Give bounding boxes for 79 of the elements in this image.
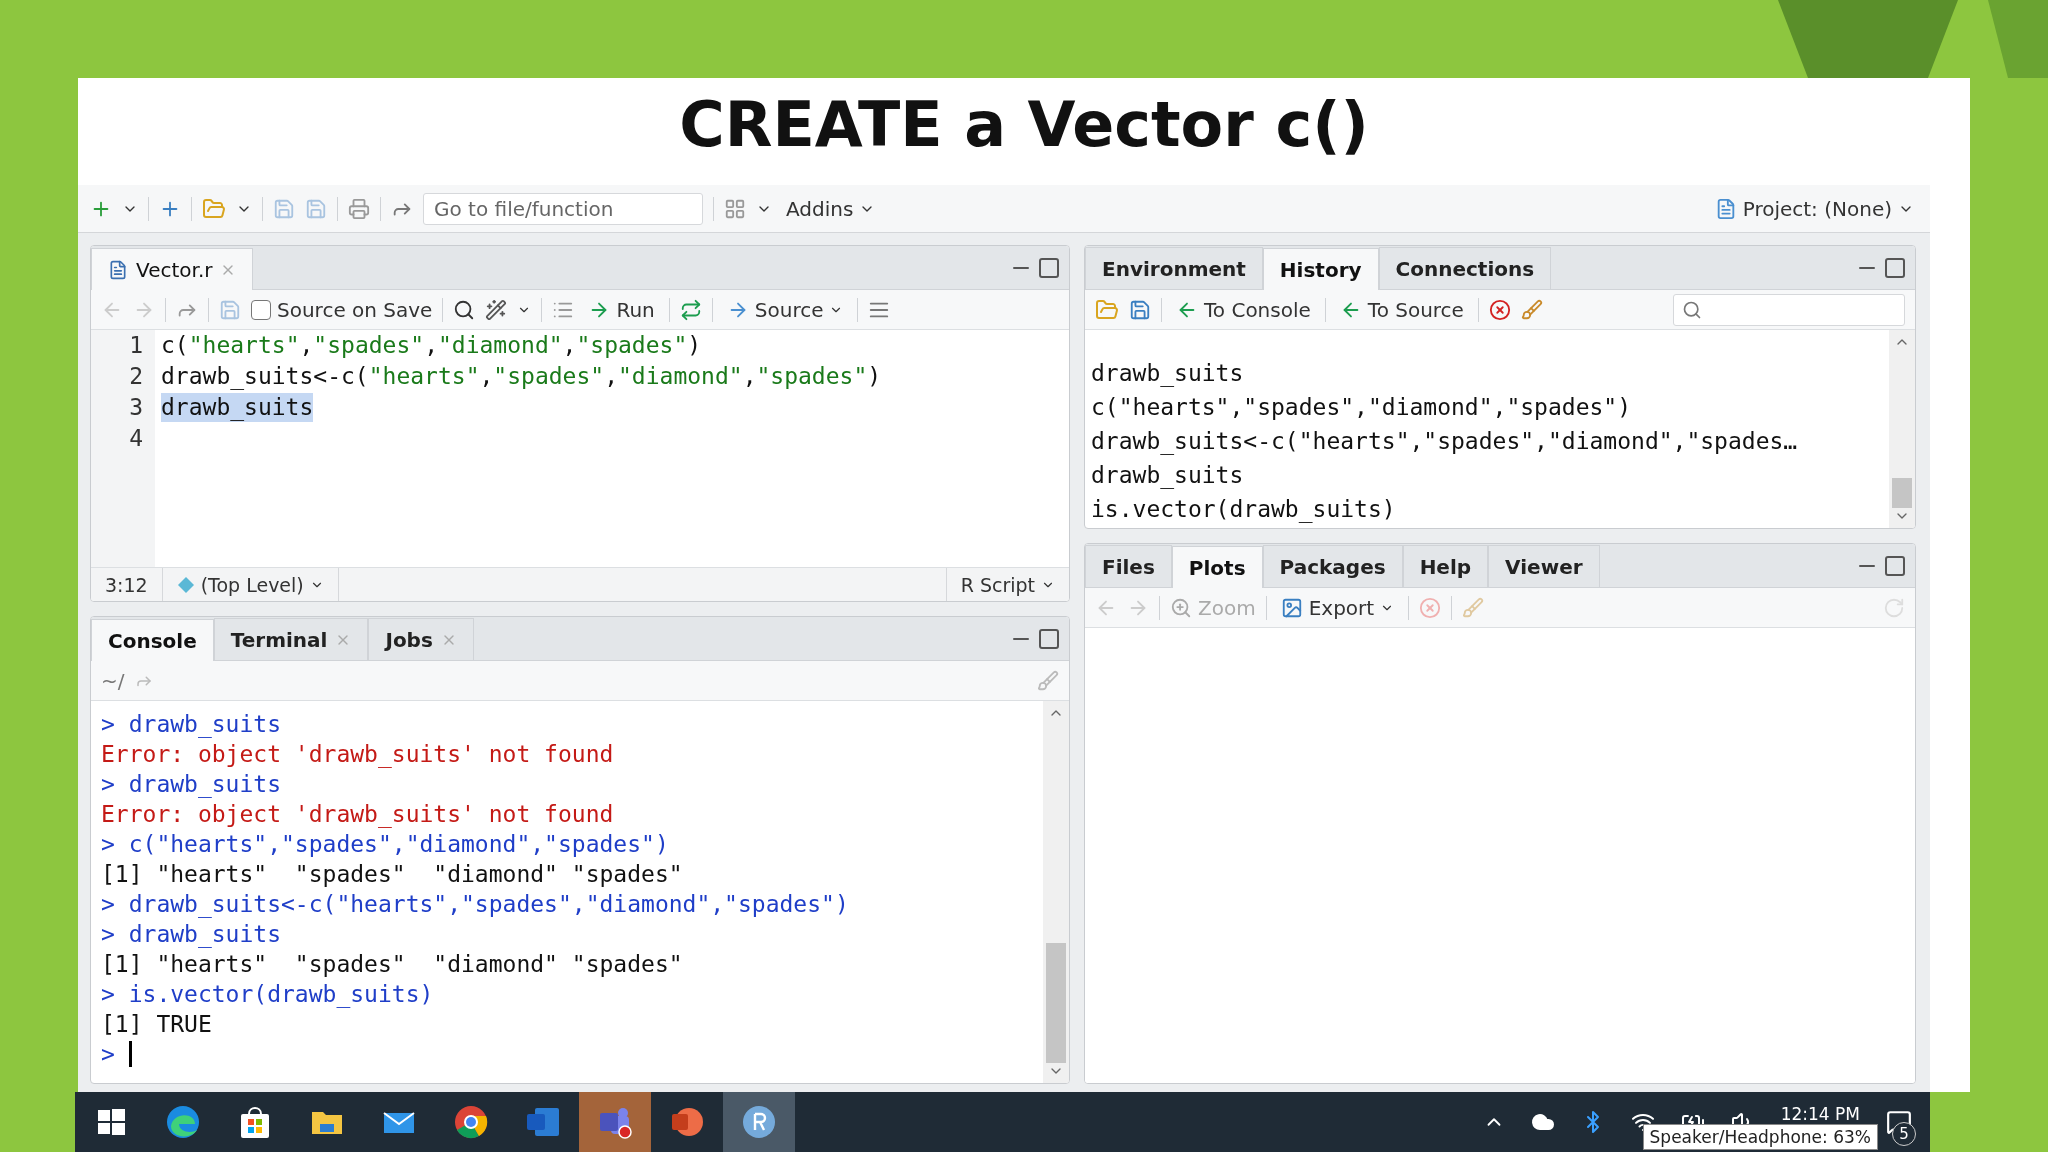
console-line: Error: object 'drawb_suits' not found [101, 800, 615, 829]
clear-history-icon[interactable] [1520, 298, 1543, 321]
console-tab[interactable]: Terminal [213, 618, 369, 660]
line-number: 3 [129, 393, 143, 422]
image-icon [1280, 596, 1303, 619]
line-number: 1 [129, 331, 143, 360]
line-number: 2 [129, 362, 143, 391]
maximize-icon[interactable] [1037, 255, 1061, 280]
files-tab[interactable]: Packages [1262, 545, 1403, 587]
windows-icon [96, 1107, 126, 1137]
console-line: > is.vector(drawb_suits) [101, 980, 435, 1009]
clock[interactable]: 12:14 PM [1780, 1104, 1860, 1124]
search-icon[interactable] [453, 298, 476, 321]
export-button[interactable]: Export [1276, 593, 1399, 622]
console-line: > [101, 1039, 1033, 1069]
slide-title: CREATE a Vector c() [679, 86, 1369, 163]
history-entry[interactable]: drawb_suits [1091, 356, 1883, 390]
maximize-icon[interactable] [1883, 553, 1907, 578]
history-tab[interactable]: Environment [1085, 247, 1263, 289]
console-line: > drawb_suits<-c("hearts","spades","diamond","spades") [101, 890, 850, 919]
console-line: > drawb_suits [101, 710, 282, 739]
code-line: c("hearts","spades","diamond","spades") [161, 331, 702, 360]
console-tab[interactable]: Console [91, 619, 214, 661]
scrollbar[interactable] [1889, 330, 1915, 528]
history-entry[interactable]: drawb_suits<-c("hearts","spades","diamond","spades… [1091, 424, 1883, 458]
history-tab[interactable]: Connections [1378, 247, 1552, 289]
run-button[interactable]: Run [584, 295, 659, 324]
to-console-button[interactable]: To Console [1172, 295, 1315, 324]
wand-icon[interactable] [485, 298, 508, 321]
console-tab[interactable]: Jobs [368, 618, 474, 660]
scrollbar[interactable] [1043, 701, 1069, 1083]
delete-icon[interactable] [1488, 298, 1511, 321]
console-line: Error: object 'drawb_suits' not found [101, 740, 615, 769]
scope-selector[interactable]: (Top Level) [162, 568, 339, 601]
addins-button[interactable]: Addins [782, 194, 880, 223]
goto-file-field[interactable]: Go to file/function [423, 192, 703, 225]
project-button[interactable]: Project: (None) [1710, 194, 1918, 223]
console-line: > drawb_suits [101, 920, 282, 949]
zoom-icon [1170, 596, 1192, 619]
search-icon [1682, 299, 1702, 320]
files-tab[interactable]: Help [1402, 545, 1489, 587]
edge-icon [165, 1104, 201, 1140]
save-icon[interactable] [1129, 298, 1151, 321]
code-line: drawb_suits<-c("hearts","spades","diamond","spades") [161, 362, 882, 391]
volume-tooltip: Speaker/Headphone: 63% [1642, 1124, 1878, 1150]
file-type-selector[interactable]: R Script [945, 568, 1069, 601]
history-entry[interactable]: is.vector(drawb_suits) [1091, 492, 1883, 526]
r-app-icon [741, 1104, 777, 1140]
console-line: [1] "hearts" "spades" "diamond" "spades" [101, 860, 684, 889]
diamond-icon [176, 575, 195, 594]
console-line: [1] "hearts" "spades" "diamond" "spades" [101, 950, 684, 979]
cursor-position: 3:12 [91, 568, 163, 601]
search-field[interactable] [1673, 293, 1905, 326]
console-line: [1] TRUE [101, 1010, 213, 1039]
console-line: > c("hearts","spades","diamond","spades") [101, 830, 670, 859]
chrome-icon [453, 1104, 489, 1140]
scroll-thumb[interactable] [1046, 943, 1066, 1063]
history-tab[interactable]: History [1262, 248, 1379, 290]
rerun-icon[interactable] [679, 298, 702, 321]
editor-tab[interactable]: Vector.r [91, 248, 254, 290]
print-icon[interactable] [348, 197, 370, 220]
source-on-save-checkbox[interactable]: Source on Save [251, 297, 433, 322]
console-line: > drawb_suits [101, 770, 282, 799]
files-tab[interactable]: Plots [1171, 546, 1263, 588]
history-entry[interactable]: drawb_suits [1091, 458, 1883, 492]
to-source-button[interactable]: To Source [1335, 295, 1468, 324]
maximize-icon[interactable] [1037, 626, 1061, 651]
file-icon [108, 259, 128, 280]
files-tab[interactable]: Viewer [1488, 545, 1600, 587]
notification-badge: 5 [1892, 1122, 1916, 1146]
grid-icon[interactable] [724, 197, 746, 220]
history-entry[interactable]: c("hearts","spades","diamond","spades") [1091, 390, 1883, 424]
files-tab[interactable]: Files [1085, 545, 1172, 587]
scroll-thumb[interactable] [1892, 478, 1912, 508]
maximize-icon[interactable] [1883, 255, 1907, 280]
taskbar-app-button[interactable] [723, 1092, 795, 1152]
line-number: 4 [129, 424, 143, 453]
source-button[interactable]: Source [722, 295, 848, 324]
working-directory[interactable]: ~/ [101, 668, 125, 693]
